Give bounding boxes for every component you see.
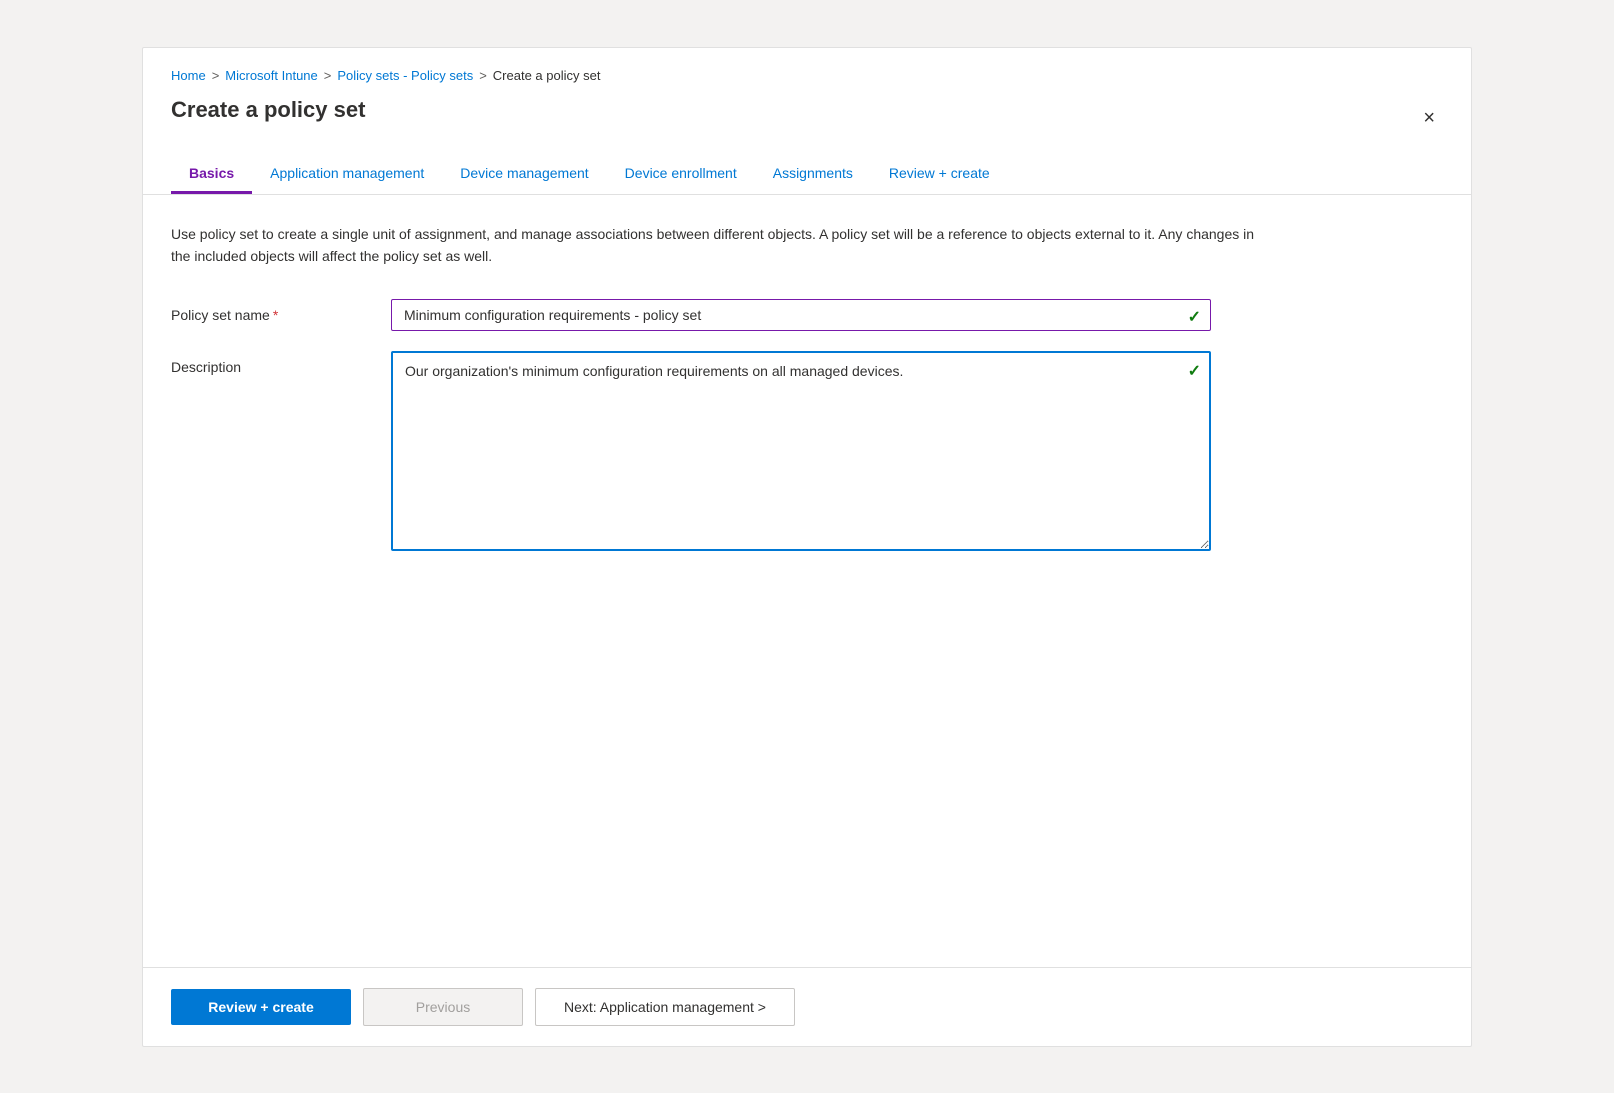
tabs-nav: Basics Application management Device man… (171, 155, 1443, 194)
create-policy-set-panel: Home > Microsoft Intune > Policy sets - … (142, 47, 1472, 1047)
breadcrumb-current: Create a policy set (493, 68, 601, 83)
breadcrumb-intune[interactable]: Microsoft Intune (225, 68, 318, 83)
description-field-wrap: Our organization's minimum configuration… (391, 351, 1211, 556)
policy-set-name-label: Policy set name* (171, 299, 371, 323)
next-button[interactable]: Next: Application management > (535, 988, 795, 1026)
breadcrumb-policy-sets[interactable]: Policy sets - Policy sets (337, 68, 473, 83)
policy-set-name-field-wrap: ✓ (391, 299, 1211, 331)
description-textarea[interactable]: Our organization's minimum configuration… (391, 351, 1211, 551)
required-star: * (273, 307, 278, 323)
panel-footer: Review + create Previous Next: Applicati… (143, 967, 1471, 1046)
policy-set-name-input[interactable] (391, 299, 1211, 331)
policy-set-name-row: Policy set name* ✓ (171, 299, 1443, 331)
close-button[interactable]: × (1415, 104, 1443, 132)
tab-assignments[interactable]: Assignments (755, 155, 871, 194)
panel-body: Use policy set to create a single unit o… (143, 195, 1471, 967)
tab-basics[interactable]: Basics (171, 155, 252, 194)
title-row: Create a policy set × (171, 97, 1443, 139)
breadcrumb-sep-1: > (212, 68, 220, 83)
body-description: Use policy set to create a single unit o… (171, 223, 1271, 268)
breadcrumb-home[interactable]: Home (171, 68, 206, 83)
description-valid-icon: ✓ (1188, 361, 1201, 381)
breadcrumb: Home > Microsoft Intune > Policy sets - … (171, 68, 1443, 83)
review-create-button[interactable]: Review + create (171, 989, 351, 1025)
previous-button: Previous (363, 988, 523, 1026)
tab-application-management[interactable]: Application management (252, 155, 442, 194)
tab-review-create[interactable]: Review + create (871, 155, 1008, 194)
tab-device-management[interactable]: Device management (442, 155, 606, 194)
description-label: Description (171, 351, 371, 375)
description-row: Description Our organization's minimum c… (171, 351, 1443, 556)
name-valid-icon: ✓ (1188, 307, 1201, 327)
panel-title: Create a policy set (171, 97, 365, 139)
panel-header: Home > Microsoft Intune > Policy sets - … (143, 48, 1471, 195)
breadcrumb-sep-3: > (479, 68, 487, 83)
breadcrumb-sep-2: > (324, 68, 332, 83)
tab-device-enrollment[interactable]: Device enrollment (607, 155, 755, 194)
